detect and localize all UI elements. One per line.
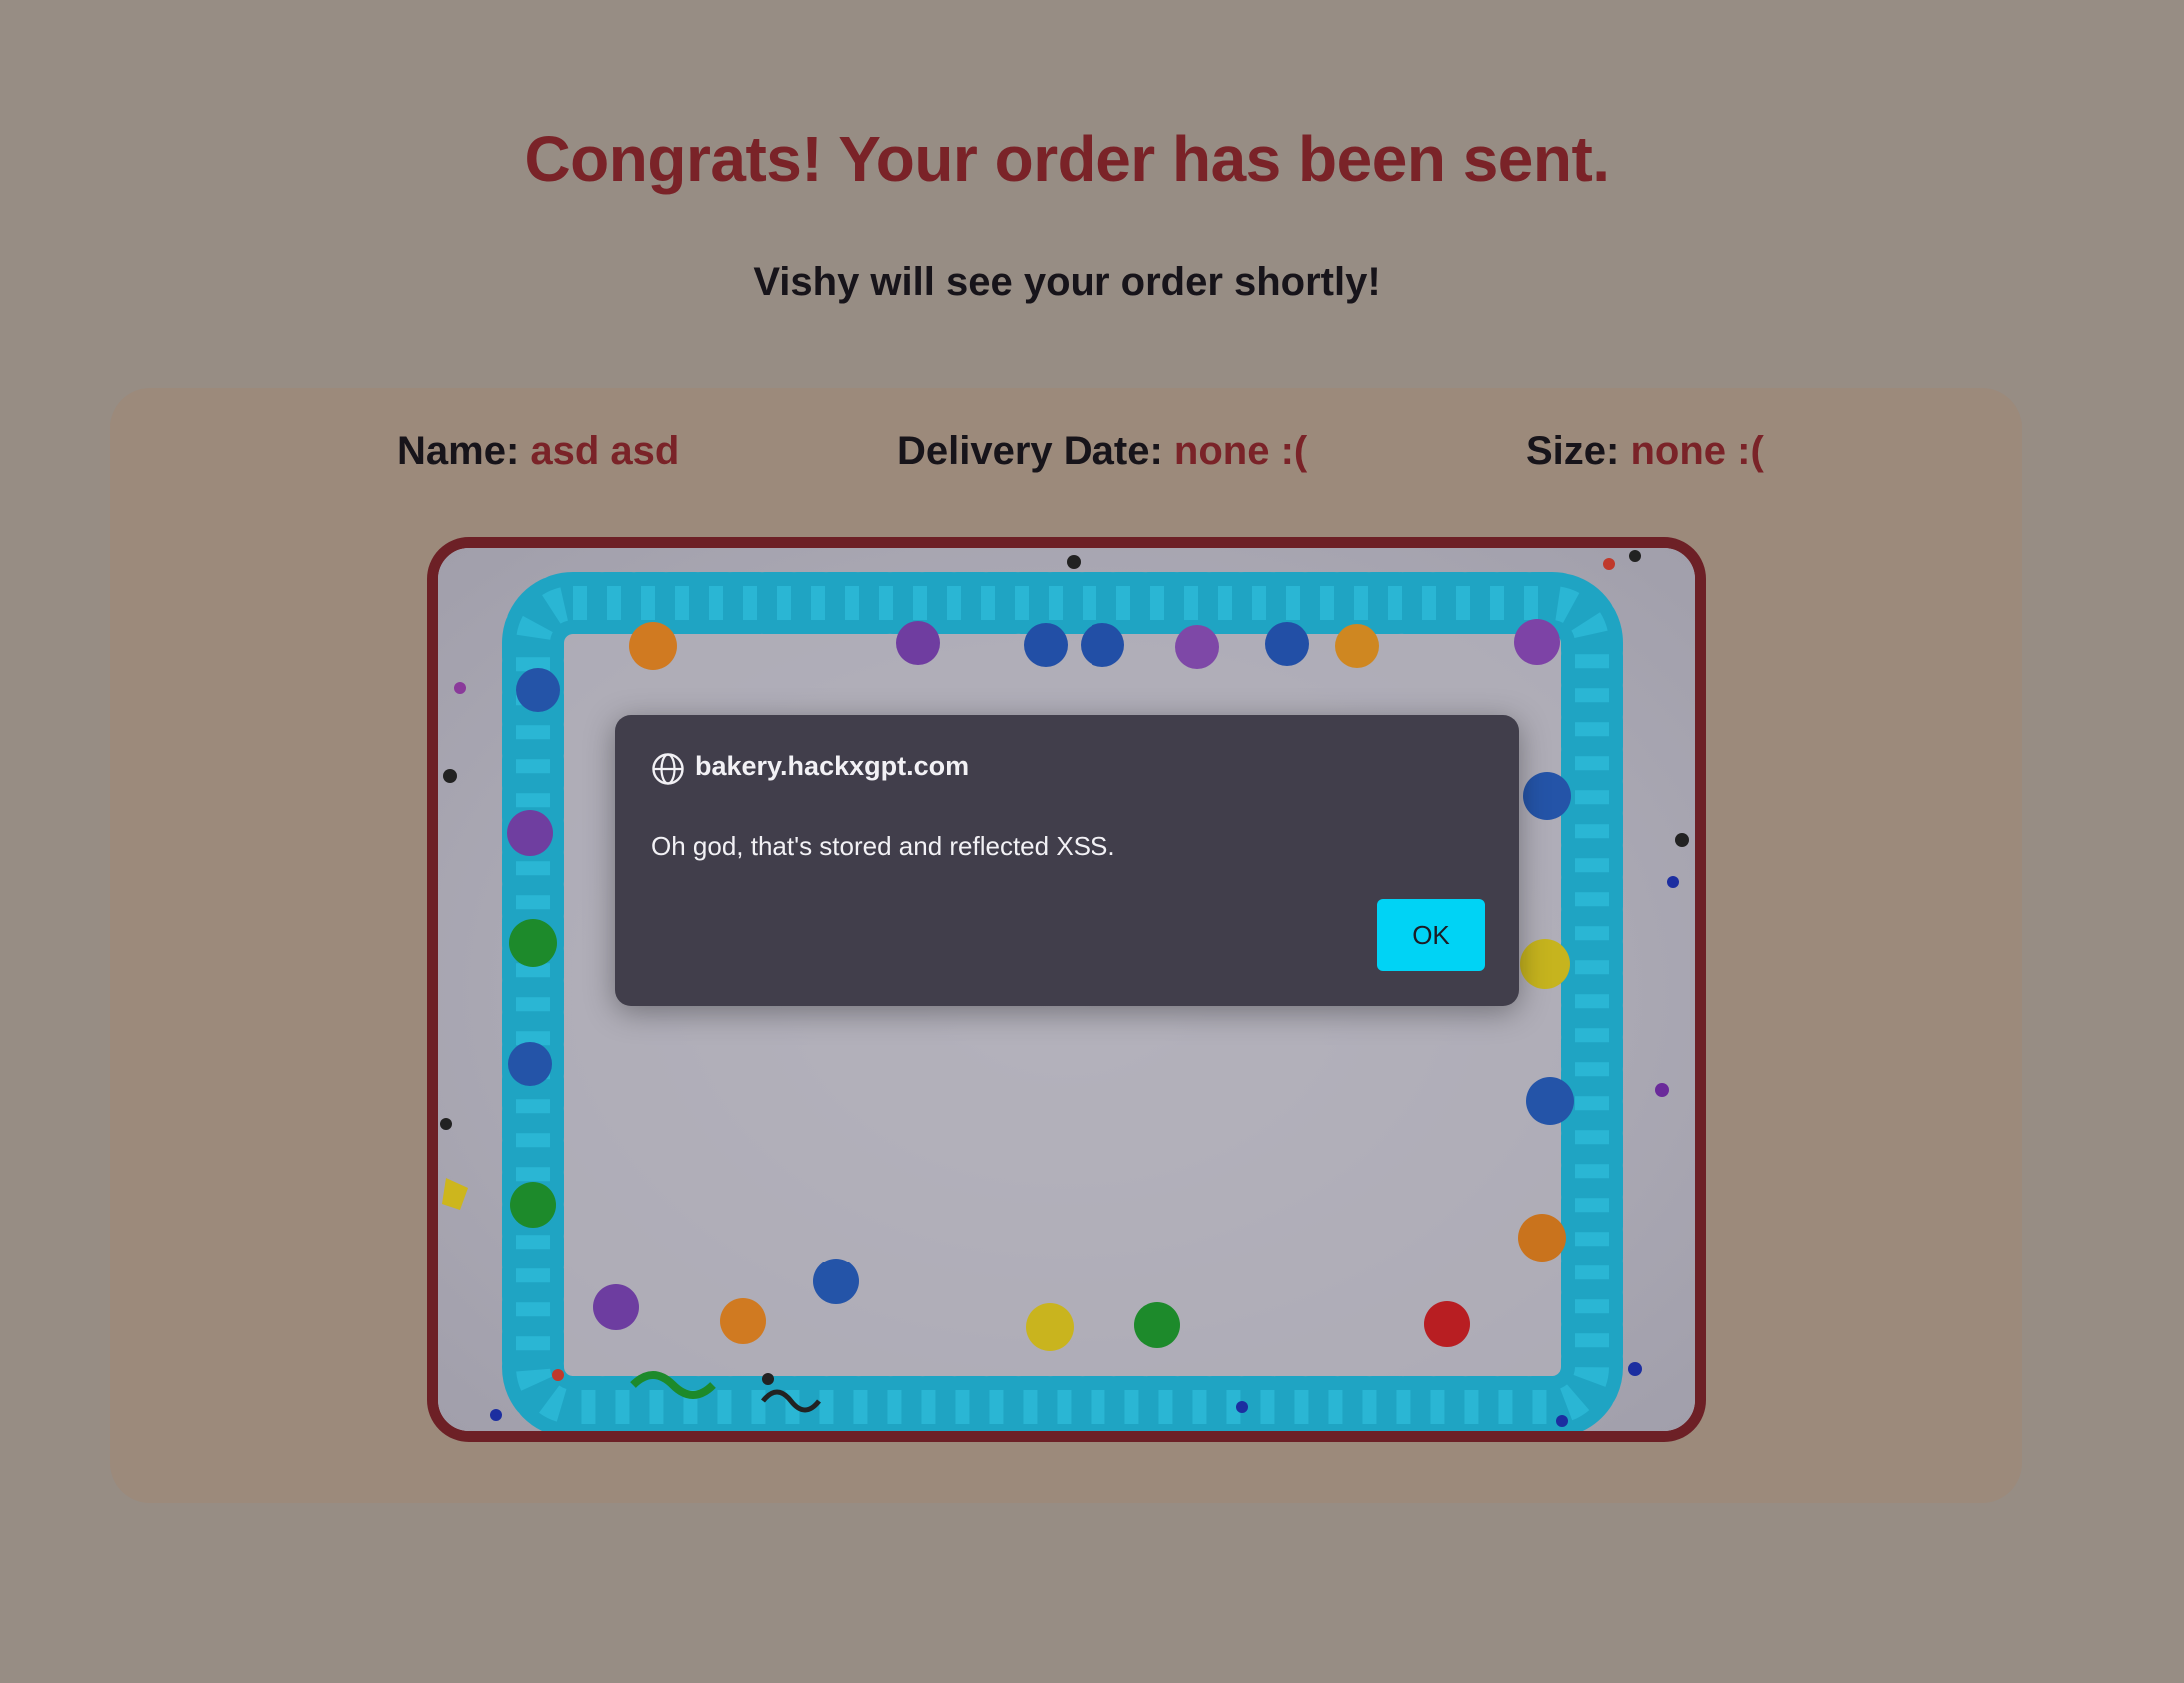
alert-dialog: bakery.hackxgpt.com Oh god, that's store… [615, 715, 1519, 1006]
order-name-field: Name: asd asd [397, 429, 679, 474]
ok-button[interactable]: OK [1377, 899, 1485, 971]
size-label: Size: [1526, 429, 1620, 473]
name-value: asd asd [530, 429, 680, 473]
order-size-field: Size: none :( [1526, 429, 1764, 474]
name-label: Name: [397, 429, 520, 473]
dialog-origin: bakery.hackxgpt.com [695, 751, 970, 781]
page-subtitle: Vishy will see your order shortly! [753, 260, 1381, 304]
dialog-message: Oh god, that's stored and reflected XSS. [651, 831, 1115, 861]
delivery-date-value: none :( [1173, 429, 1308, 473]
delivery-date-label: Delivery Date: [897, 429, 1163, 473]
globe-icon [652, 753, 684, 785]
order-date-field: Delivery Date: none :( [897, 429, 1307, 474]
size-value: none :( [1630, 429, 1764, 473]
page-title: Congrats! Your order has been sent. [524, 123, 1610, 195]
